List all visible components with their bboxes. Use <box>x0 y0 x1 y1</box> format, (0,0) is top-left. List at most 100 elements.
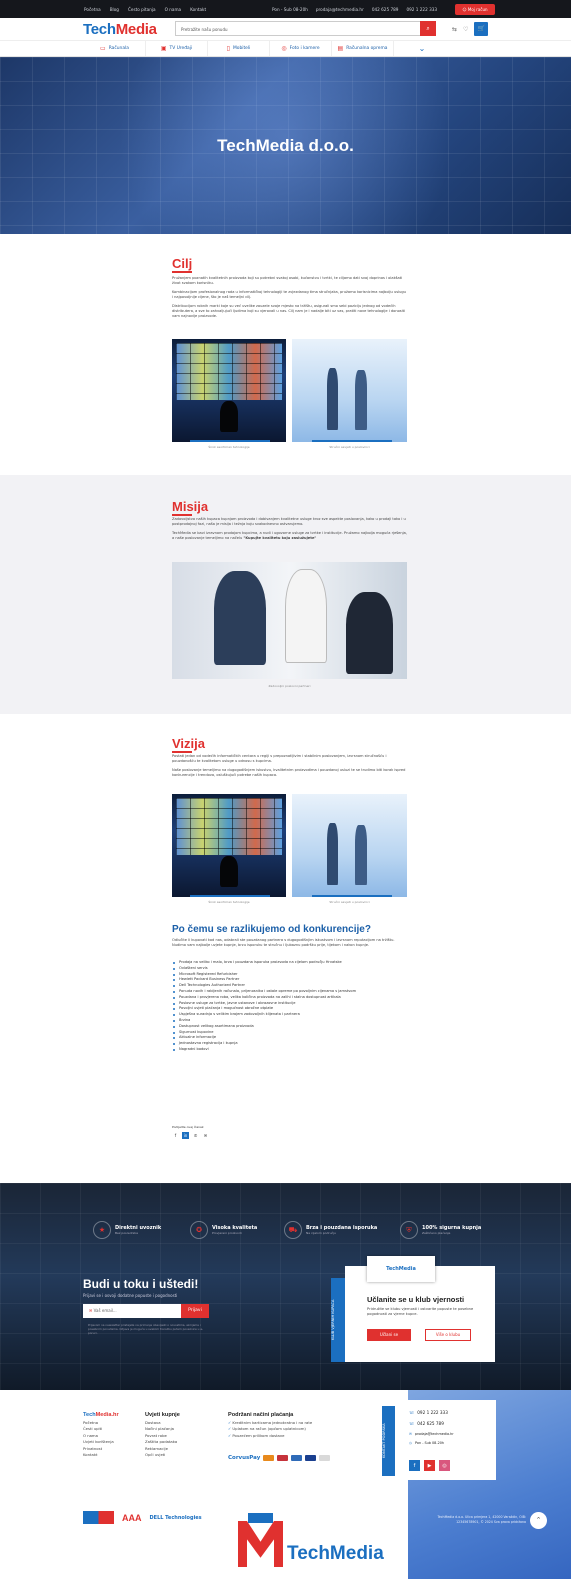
payment-option-label: Uplatom na račun (općom uplatnicom) <box>232 1426 306 1432</box>
account-button[interactable]: ☺ Moj račun <box>455 4 495 15</box>
nav-item-equipment[interactable]: ▤ Računalna oprema <box>332 41 394 56</box>
footer-link[interactable]: Opći uvjeti <box>145 1452 180 1458</box>
contact-email-text: prodaja@techmedia.hr <box>414 1432 454 1436</box>
email-icon[interactable]: ✉ <box>202 1132 209 1139</box>
nav-item-computers[interactable]: ▭ Računala <box>84 41 146 56</box>
topbar-link-home[interactable]: Početna <box>84 7 101 12</box>
feature-quality: ✪ Visoka kvaliteta Provjereni proizvodi <box>190 1221 257 1239</box>
newsletter-submit-button[interactable]: Prijavi <box>181 1304 209 1318</box>
vizija-image-tv-wall <box>172 794 286 897</box>
email-icon: ✉ <box>409 1432 412 1436</box>
tv-icon: ▣ <box>160 45 167 52</box>
contact-email[interactable]: ✉ prodaja@techmedia.hr <box>409 1432 454 1436</box>
misija-paragraph-1: Zadovoljstvo naših kupaca kupnjom proizv… <box>172 517 406 526</box>
contact-strip[interactable]: KONTAKT PODRŠKA <box>382 1406 395 1476</box>
youtube-icon[interactable]: ▶ <box>424 1460 435 1471</box>
chevron-down-icon[interactable]: ⌄ <box>394 41 450 56</box>
cilj-paragraph-2: Kombinacijom profesionalnog rada u infor… <box>172 290 406 299</box>
scroll-to-top-button[interactable]: ⌃ <box>530 1512 547 1529</box>
footer-link[interactable]: Kontakt <box>83 1452 119 1458</box>
loyalty-strip[interactable]: KLUB VJERNIH KUPACA <box>331 1278 345 1362</box>
company-info: TechMedia d.o.o. Ulica primjera 1, 42000… <box>437 1515 526 1524</box>
differences-title: Po čemu se razlikujemo od konkurencije? <box>172 924 371 935</box>
title-underline <box>172 751 192 753</box>
feature-sub: Provjereni proizvodi <box>212 1231 242 1235</box>
medal-icon: ✪ <box>190 1221 208 1239</box>
partner-logos: AAA DELL Technologies <box>83 1511 202 1524</box>
newsletter-fine-print: Prijavom na newsletter pristajete na pri… <box>88 1323 204 1335</box>
differences-list-item: Nagradni bodovi <box>172 1047 408 1053</box>
topbar-hours: Pon - Sub 08-20h <box>272 6 308 12</box>
nav-item-tv[interactable]: ▣ TV Uređaji <box>146 41 208 56</box>
footer-col-company: TechMedia.hr Početna Česti upiti O nama … <box>83 1410 119 1458</box>
footer-brand-b: Media.hr <box>95 1412 119 1418</box>
hero-title: TechMedia d.o.o. <box>217 136 354 155</box>
feature-delivery: ⛟ Brza i pouzdana isporuka Na cijelom podr… <box>284 1221 377 1239</box>
partner-badge-logo <box>83 1511 114 1524</box>
cart-icon[interactable]: 🛒 <box>474 22 489 36</box>
contact-card: KONTAKT PODRŠKA ☏ 092 1 222 333 ☏ 042 625 … <box>382 1400 496 1480</box>
contact-phone-2[interactable]: ☏ 042 625 789 <box>409 1421 444 1426</box>
search-button[interactable]: ⌕ <box>420 21 436 36</box>
topbar-link-about[interactable]: O nama <box>165 7 182 12</box>
image-accent-bar <box>190 440 270 442</box>
nav-label: Računala <box>108 46 129 51</box>
nav-label: Mobiteli <box>232 46 251 51</box>
cilj-image-store <box>292 339 407 442</box>
share-icons: f in ✆ ✉ <box>172 1132 209 1139</box>
search-input[interactable]: Pretražite našu ponudu ⌕ <box>175 21 436 36</box>
phone-icon: ▯ <box>226 45 230 52</box>
image-accent-bar <box>312 895 392 897</box>
footer-col-title: TechMedia.hr <box>83 1410 119 1420</box>
vizija-caption-1: Širok asortiman tehnologije <box>208 900 250 904</box>
hero-banner: TechMedia d.o.o. <box>0 57 571 234</box>
star-icon: ★ <box>93 1221 111 1239</box>
payment-logos: CorvusPay <box>228 1455 331 1461</box>
facebook-icon[interactable]: f <box>172 1132 179 1139</box>
contact-phone-1[interactable]: ☏ 092 1 222 333 <box>409 1410 448 1415</box>
instagram-icon[interactable]: ◎ <box>439 1460 450 1471</box>
monitor-icon: ▭ <box>100 45 106 52</box>
techmedia-mark-icon <box>238 1513 283 1567</box>
topbar-link-blog[interactable]: Blog <box>110 7 119 12</box>
visa-icon <box>305 1455 317 1461</box>
contact-phone-2-text: 042 625 789 <box>417 1421 444 1426</box>
cilj-paragraph-3: Distribucijom robnih marki koje su već u… <box>172 304 406 318</box>
footer-col-payment: Podržani načini plaćanja ✓ Kreditnim kar… <box>228 1410 312 1439</box>
feature-importer: ★ Direktni uvoznik Bez posrednika <box>93 1221 161 1239</box>
footer-link[interactable]: Zaštita podataka <box>145 1439 180 1445</box>
linkedin-icon[interactable]: in <box>182 1132 189 1139</box>
contact-hours-text: Pon - Sub 08-20h <box>414 1441 445 1445</box>
viber-icon[interactable]: ✆ <box>192 1132 199 1139</box>
join-club-button[interactable]: Učlani se <box>367 1329 411 1341</box>
topbar-link-contact[interactable]: Kontakt <box>190 7 206 12</box>
heart-icon[interactable]: ♡ <box>463 26 468 33</box>
nav-label: TV Uređaji <box>169 46 193 51</box>
search-icon: ⌕ <box>426 25 430 32</box>
site-logo[interactable]: TechMedia <box>83 21 157 38</box>
compare-icon[interactable]: ⇆ <box>452 26 457 33</box>
footer-logo-text: TechMedia <box>287 1543 384 1564</box>
chevron-up-icon: ⌃ <box>535 1516 542 1524</box>
footer-link[interactable]: Uvjeti korištenja <box>83 1439 119 1445</box>
section-vizija: Vizija Postati jedan od vodećih informat… <box>0 714 571 924</box>
facebook-icon[interactable]: f <box>409 1460 420 1471</box>
club-info-button[interactable]: Više o klubu <box>425 1329 471 1341</box>
logo-part-media: Media <box>115 21 157 38</box>
payment-option-label: Pouzećem prilikom dostave <box>232 1432 285 1438</box>
topbar-link-faq[interactable]: Često pitanja <box>128 7 156 12</box>
newsletter-title: Budi u toku i uštedi! <box>83 1277 199 1291</box>
nav-item-photo[interactable]: ◎ Foto i kamere <box>270 41 332 56</box>
differences-intro: Odlučite li kupovati kod nas, odabrali s… <box>172 938 395 947</box>
loyalty-club-card: KLUB VJERNIH KUPACA TechMedia Učlanite s… <box>331 1256 495 1362</box>
nav-item-mobile[interactable]: ▯ Mobiteli <box>208 41 270 56</box>
vizija-image-store <box>292 794 407 897</box>
newsletter-subtitle: Prijavi se i osvoji dodatne popuste i po… <box>83 1293 178 1298</box>
topbar-phone-1[interactable]: 042 625 789 <box>372 7 399 12</box>
newsletter-email-input[interactable]: ✉ Vaš email... <box>83 1304 183 1318</box>
cilj-image-tv-wall <box>172 339 286 442</box>
section-misija: Misija Zadovoljstvo naših kupaca kupnjom… <box>0 475 571 714</box>
topbar-phone-2[interactable]: 092 1 222 333 <box>406 7 437 12</box>
footer-col-terms: Uvjeti kupnje Dostava Načini plaćanja Po… <box>145 1410 180 1458</box>
topbar-email[interactable]: prodaja@techmedia.hr <box>316 7 364 12</box>
